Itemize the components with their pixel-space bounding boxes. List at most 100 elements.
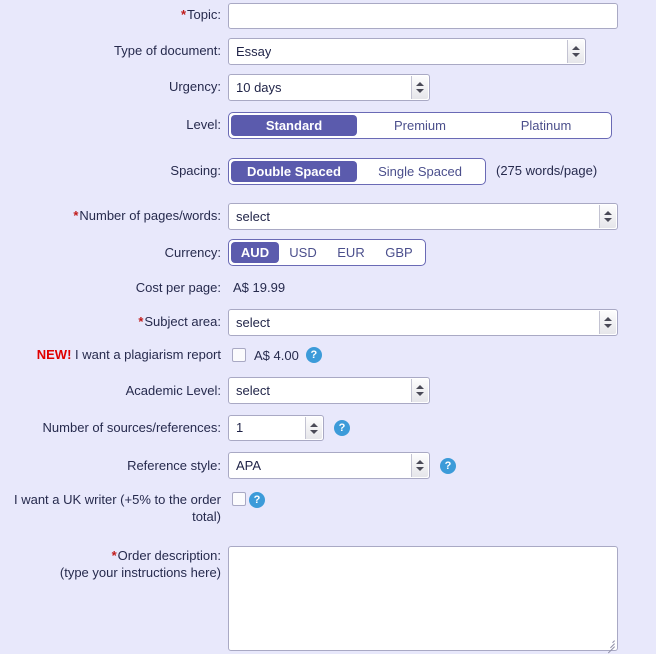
form-row-urgency: Urgency: 10 days <box>0 72 656 103</box>
order-form: *Topic: Type of document: Essay Urgency:… <box>0 0 656 654</box>
type-of-document-value: Essay <box>236 44 272 59</box>
form-row-type-of-document: Type of document: Essay <box>0 35 656 67</box>
order-description-textarea[interactable] <box>228 546 618 651</box>
form-row-academic-level: Academic Level: select <box>0 375 656 407</box>
spinner-arrows-icon[interactable] <box>599 311 616 334</box>
urgency-value: 10 days <box>236 80 282 95</box>
required-asterisk-pages-words: * <box>73 208 79 223</box>
currency-segmented-control[interactable]: AUD USD EUR GBP <box>228 239 426 266</box>
control-currency: AUD USD EUR GBP <box>228 237 656 266</box>
uk-writer-checkbox[interactable] <box>232 492 246 506</box>
label-uk-writer-text: I want a UK writer (+5% to the order tot… <box>13 492 221 524</box>
label-plagiarism-report-text: I want a plagiarism report <box>75 347 221 362</box>
label-urgency-text: Urgency: <box>168 79 221 94</box>
level-option-premium[interactable]: Premium <box>357 115 483 136</box>
form-row-topic: *Topic: <box>0 0 656 30</box>
reference-style-value: APA <box>236 458 262 473</box>
spacing-option-double[interactable]: Double Spaced <box>231 161 357 182</box>
control-uk-writer: ? <box>228 489 656 508</box>
control-sources: 1 ? <box>228 413 656 441</box>
control-plagiarism-report: A$ 4.00 ? <box>228 344 656 363</box>
control-spacing: Double Spaced Single Spaced (275 words/p… <box>228 155 656 185</box>
label-level: Level: <box>0 109 228 132</box>
label-pages-words: *Number of pages/words: <box>0 200 228 223</box>
control-cost-per-page: A$ 19.99 <box>228 278 656 295</box>
sources-value: 1 <box>236 420 244 435</box>
spacing-words-per-page-note: (275 words/page) <box>496 162 598 178</box>
spinner-arrows-icon[interactable] <box>411 379 428 402</box>
label-reference-style-text: Reference style: <box>127 458 221 473</box>
label-currency-text: Currency: <box>164 245 221 260</box>
help-icon[interactable]: ? <box>440 457 456 474</box>
label-topic-text: Topic: <box>187 7 221 22</box>
level-option-standard[interactable]: Standard <box>231 115 357 136</box>
new-badge: NEW! <box>36 347 72 362</box>
control-academic-level: select <box>228 375 656 404</box>
plagiarism-report-price: A$ 4.00 <box>254 347 299 363</box>
label-plagiarism-report: NEW! I want a plagiarism report <box>0 344 228 362</box>
currency-option-usd[interactable]: USD <box>279 242 327 263</box>
label-subject-area-text: Subject area: <box>144 314 221 329</box>
label-topic: *Topic: <box>0 0 228 22</box>
form-row-order-description: *Order description: (type your instructi… <box>0 536 656 654</box>
subject-area-select[interactable]: select <box>228 309 618 336</box>
plagiarism-report-checkbox[interactable] <box>232 348 246 362</box>
form-row-plagiarism-report: NEW! I want a plagiarism report A$ 4.00 … <box>0 344 656 369</box>
form-row-uk-writer: I want a UK writer (+5% to the order tot… <box>0 489 656 531</box>
urgency-select[interactable]: 10 days <box>228 74 430 101</box>
type-of-document-select[interactable]: Essay <box>228 38 586 65</box>
spinner-arrows-icon[interactable] <box>411 76 428 99</box>
label-sources: Number of sources/references: <box>0 413 228 435</box>
label-currency: Currency: <box>0 237 228 260</box>
academic-level-value: select <box>236 383 270 398</box>
control-pages-words: select <box>228 200 656 230</box>
control-topic <box>228 0 656 29</box>
level-option-platinum[interactable]: Platinum <box>483 115 609 136</box>
control-subject-area: select <box>228 306 656 336</box>
topic-input[interactable] <box>228 3 618 29</box>
label-level-text: Level: <box>186 117 221 132</box>
form-row-currency: Currency: AUD USD EUR GBP <box>0 237 656 269</box>
spacing-option-single[interactable]: Single Spaced <box>357 161 483 182</box>
reference-style-select[interactable]: APA <box>228 452 430 479</box>
cost-per-page-value: A$ 19.99 <box>233 280 286 295</box>
help-icon[interactable]: ? <box>305 347 322 363</box>
level-segmented-control[interactable]: Standard Premium Platinum <box>228 112 612 139</box>
label-type-of-document-text: Type of document: <box>114 43 221 58</box>
form-row-pages-words: *Number of pages/words: select <box>0 200 656 232</box>
required-asterisk-topic: * <box>180 7 187 22</box>
currency-option-aud[interactable]: AUD <box>231 242 279 263</box>
help-icon[interactable]: ? <box>249 492 265 508</box>
label-order-description: *Order description: (type your instructi… <box>0 536 228 581</box>
control-type-of-document: Essay <box>228 35 656 65</box>
academic-level-select[interactable]: select <box>228 377 430 404</box>
pages-words-select[interactable]: select <box>228 203 618 230</box>
label-order-description-line1: *Order description: <box>0 547 221 564</box>
spinner-arrows-icon[interactable] <box>411 454 428 477</box>
subject-area-value: select <box>236 315 270 330</box>
control-reference-style: APA ? <box>228 450 656 479</box>
spinner-arrows-icon[interactable] <box>305 417 322 439</box>
spinner-arrows-icon[interactable] <box>567 40 584 63</box>
control-urgency: 10 days <box>228 72 656 101</box>
currency-option-eur[interactable]: EUR <box>327 242 375 263</box>
label-uk-writer: I want a UK writer (+5% to the order tot… <box>0 489 228 525</box>
spinner-arrows-icon[interactable] <box>599 205 616 228</box>
label-order-description-sublabel: (type your instructions here) <box>59 565 221 580</box>
form-row-level: Level: Standard Premium Platinum <box>0 109 656 142</box>
form-row-sources: Number of sources/references: 1 ? <box>0 413 656 444</box>
form-row-reference-style: Reference style: APA ? <box>0 450 656 482</box>
label-spacing: Spacing: <box>0 155 228 178</box>
spacing-segmented-control[interactable]: Double Spaced Single Spaced <box>228 158 486 185</box>
label-reference-style: Reference style: <box>0 450 228 473</box>
pages-words-value: select <box>236 209 270 224</box>
label-pages-words-text: Number of pages/words: <box>79 208 221 223</box>
label-spacing-text: Spacing: <box>170 163 221 178</box>
currency-option-gbp[interactable]: GBP <box>375 242 423 263</box>
label-order-description-text: Order description: <box>117 548 221 563</box>
label-subject-area: *Subject area: <box>0 306 228 329</box>
form-row-spacing: Spacing: Double Spaced Single Spaced (27… <box>0 155 656 188</box>
sources-number-stepper[interactable]: 1 <box>228 415 324 441</box>
label-academic-level: Academic Level: <box>0 375 228 398</box>
help-icon[interactable]: ? <box>334 420 350 436</box>
